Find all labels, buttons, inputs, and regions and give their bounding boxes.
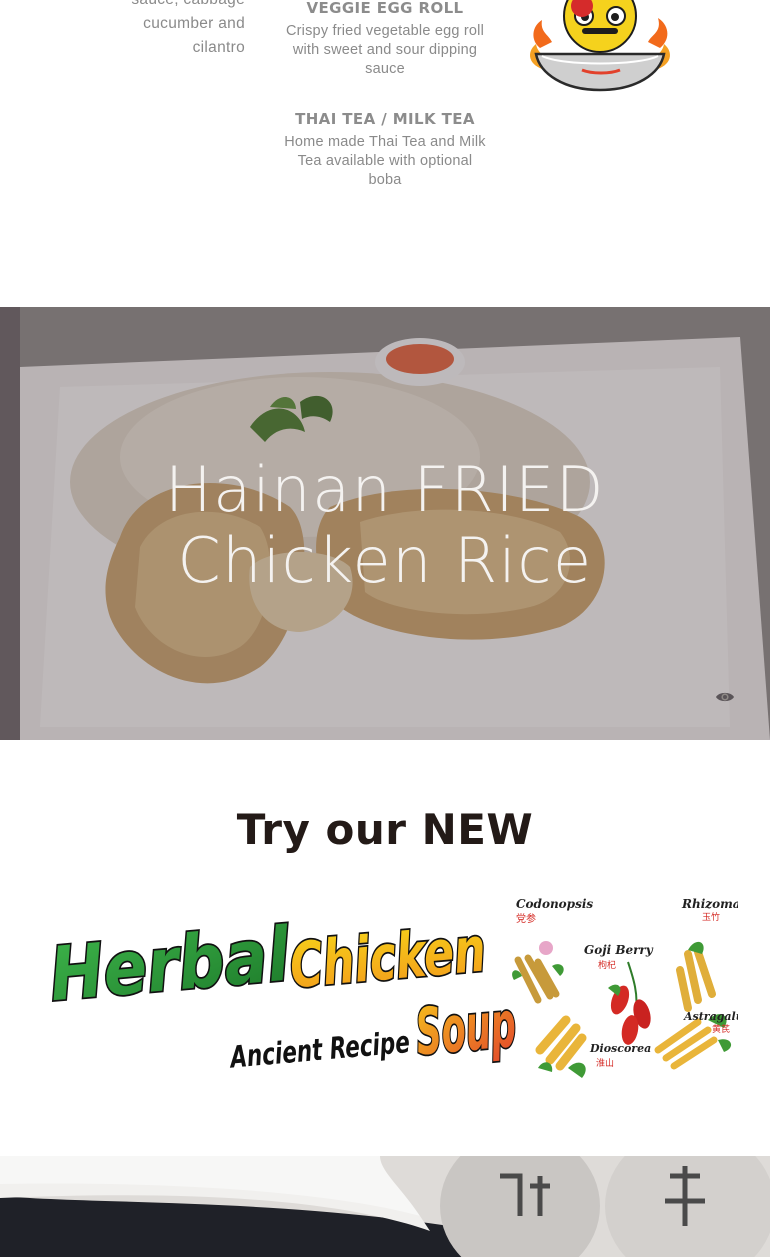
banner-word-soup: Soup	[413, 988, 519, 1070]
herb-label-goji-berry: Goji Berry	[584, 943, 654, 957]
bowls-photo-section	[0, 1156, 770, 1257]
menu-item-name: VEGGIE EGG ROLL	[306, 0, 464, 17]
herb-label-codonopsis-cn: 党参	[516, 912, 536, 925]
menu-section: sauce, cabbage cucumber and cilantro VEG…	[0, 0, 770, 307]
herb-label-rhizoma: Rhizoma	[681, 897, 738, 911]
herb-label-dioscorea: Dioscorea	[589, 1042, 651, 1055]
promo-heading: Try our NEW	[236, 805, 534, 854]
herb-label-goji-berry-cn: 枸杞	[598, 959, 616, 971]
menu-item-description: Home made Thai Tea and Milk Tea availabl…	[284, 134, 486, 188]
eye-icon[interactable]	[715, 690, 735, 704]
herb-label-astragalus-cn: 黄芪	[712, 1023, 730, 1035]
menu-item-thai-tea: THAI TEA / MILK TEA Home made Thai Tea a…	[280, 109, 490, 190]
herb-label-rhizoma-cn: 玉竹	[702, 911, 720, 923]
bowls-photo	[0, 1156, 770, 1257]
herb-label-dioscorea-cn: 淮山	[596, 1058, 614, 1069]
herbs-illustration: Codonopsis 党参 Rhizoma 玉竹 Goji Berry 枸杞 A…	[512, 897, 738, 1078]
banner-word-chicken: Chicken	[287, 912, 489, 1002]
hero-banner: Hainan FRIED Chicken Rice	[0, 307, 770, 740]
menu-item-description: Crispy fried vegetable egg roll with swe…	[285, 23, 485, 77]
promo-section: Try our NEW Herbal Chicken Ancient Recip…	[0, 740, 770, 1156]
banner-word-ancient-recipe: Ancient Recipe	[227, 1025, 411, 1076]
menu-item-description-left: sauce, cabbage cucumber and cilantro	[85, 0, 245, 60]
banner-word-herbal: Herbal	[48, 911, 294, 1018]
left-description-text: sauce, cabbage cucumber and cilantro	[131, 0, 245, 56]
herbal-chicken-soup-banner[interactable]: Herbal Chicken Ancient Recipe Soup Codon…	[48, 890, 738, 1090]
menu-item-veggie-egg-roll: VEGGIE EGG ROLL Crispy fried vegetable e…	[280, 0, 490, 79]
mascot-pot-illustration	[530, 0, 670, 92]
herb-label-codonopsis: Codonopsis	[516, 897, 593, 911]
herb-label-astragalus: Astragalus	[683, 1010, 738, 1023]
menu-item-name: THAI TEA / MILK TEA	[295, 110, 475, 128]
hero-title: Hainan FRIED Chicken Rice	[164, 453, 606, 597]
